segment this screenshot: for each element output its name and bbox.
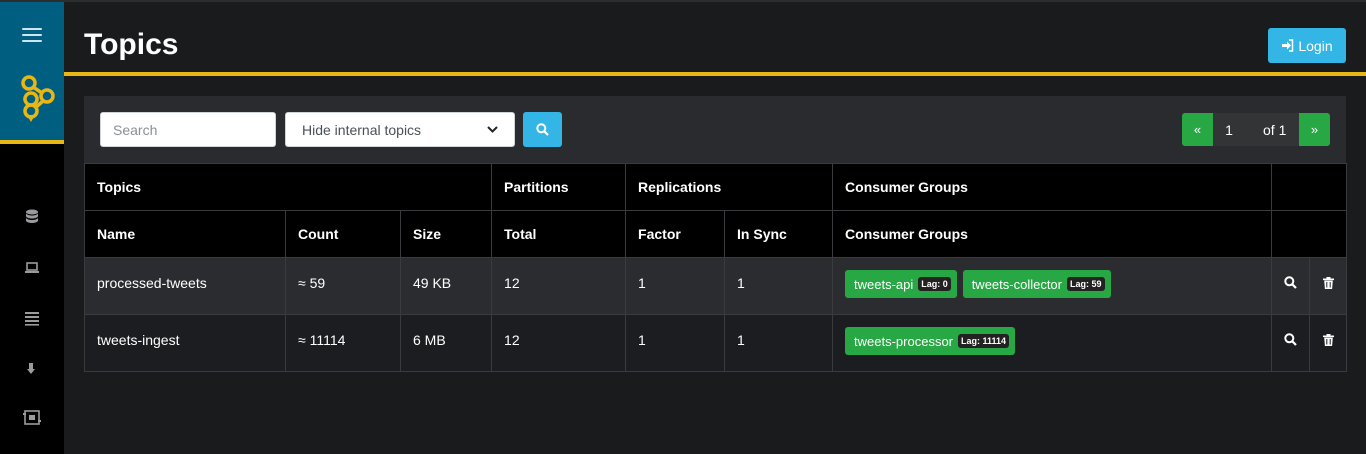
- lag-badge: Lag: 11114: [958, 334, 1010, 348]
- akhq-logo-icon[interactable]: [20, 74, 56, 126]
- consumer-group-badge[interactable]: tweets-processor Lag: 11114: [845, 327, 1016, 355]
- page-total: of 1: [1263, 121, 1287, 138]
- next-page-button[interactable]: »: [1299, 113, 1330, 146]
- view-action-cell: [1271, 257, 1311, 315]
- column-header-consumer-groups[interactable]: Consumer Groups: [832, 210, 1273, 258]
- login-label: Login: [1298, 37, 1333, 54]
- page-indicator: 1 of 1: [1213, 113, 1299, 146]
- consumer-group-name: tweets-api: [854, 276, 914, 292]
- table-row[interactable]: processed-tweets ≈ 59 49 KB 12 1 1 tweet…: [84, 257, 1348, 315]
- sign-in-icon: [1282, 39, 1294, 52]
- hamburger-menu-icon[interactable]: [22, 28, 42, 42]
- delete-action-cell: [1309, 257, 1348, 315]
- sidebar-accent-line: [0, 140, 64, 144]
- arrow-down-icon[interactable]: [22, 359, 42, 379]
- topic-size: 49 KB: [399, 257, 493, 315]
- topic-size: 6 MB: [399, 314, 493, 372]
- column-header-count[interactable]: Count: [285, 210, 401, 258]
- trash-icon[interactable]: [1322, 334, 1334, 346]
- replication-factor: 1: [625, 314, 726, 372]
- laptop-icon[interactable]: [22, 258, 42, 278]
- consumer-group-badge[interactable]: tweets-collector Lag: 59: [962, 270, 1111, 298]
- lag-badge: Lag: 59: [1067, 277, 1105, 291]
- search-input[interactable]: [100, 112, 276, 147]
- topic-count: ≈ 11114: [285, 314, 401, 372]
- list-icon[interactable]: [22, 308, 42, 328]
- chevron-down-icon: [487, 126, 498, 133]
- group-header-actions: [1271, 163, 1348, 211]
- window-top-border: [0, 0, 1366, 2]
- consumer-group-name: tweets-collector: [971, 276, 1062, 292]
- pagination: « 1 of 1 »: [1182, 113, 1330, 146]
- column-header-total[interactable]: Total: [491, 210, 627, 258]
- view-action-cell: [1271, 314, 1311, 372]
- consumer-group-name: tweets-processor: [854, 333, 954, 349]
- group-header-partitions: Partitions: [491, 163, 627, 211]
- sidebar: [0, 2, 64, 454]
- delete-action-cell: [1309, 314, 1348, 372]
- trash-icon[interactable]: [1322, 277, 1334, 289]
- column-header-size[interactable]: Size: [399, 210, 493, 258]
- group-header-topics: Topics: [83, 163, 493, 211]
- column-header-in-sync[interactable]: In Sync: [724, 210, 834, 258]
- prev-page-button[interactable]: «: [1182, 113, 1213, 146]
- column-header-factor[interactable]: Factor: [625, 210, 726, 258]
- lag-badge: Lag: 0: [918, 277, 951, 291]
- filter-toolbar: Hide internal topics « 1 of 1 »: [84, 96, 1346, 163]
- header-accent-line: [64, 72, 1366, 76]
- topic-filter-select[interactable]: Hide internal topics: [285, 112, 515, 147]
- partitions-total: 12: [491, 257, 627, 315]
- search-icon: [536, 123, 549, 136]
- page-title: Topics: [84, 28, 179, 61]
- consumer-groups-cell: tweets-api Lag: 0 tweets-collector Lag: …: [832, 257, 1273, 315]
- search-button[interactable]: [523, 112, 562, 147]
- group-header-replications: Replications: [625, 163, 834, 211]
- column-header-actions: [1271, 210, 1348, 258]
- table-column-header-row: Name Count Size Total Factor In Sync Con…: [84, 210, 1348, 258]
- topic-name[interactable]: tweets-ingest: [84, 314, 286, 372]
- sidebar-brand: [0, 2, 64, 140]
- topics-table: Topics Partitions Replications Consumer …: [83, 163, 1348, 372]
- group-header-consumer-groups: Consumer Groups: [832, 163, 1273, 211]
- topic-count: ≈ 59: [285, 257, 401, 315]
- partitions-total: 12: [491, 314, 627, 372]
- search-icon[interactable]: [1284, 276, 1297, 289]
- search-icon[interactable]: [1284, 333, 1297, 346]
- database-icon[interactable]: [22, 207, 42, 227]
- consumer-groups-cell: tweets-processor Lag: 11114: [832, 314, 1273, 372]
- replication-factor: 1: [625, 257, 726, 315]
- current-page[interactable]: 1: [1213, 122, 1245, 138]
- table-row[interactable]: tweets-ingest ≈ 11114 6 MB 12 1 1 tweets…: [84, 314, 1348, 372]
- consumer-group-badge[interactable]: tweets-api Lag: 0: [845, 270, 957, 298]
- column-header-name[interactable]: Name: [84, 210, 286, 258]
- replication-in-sync: 1: [724, 314, 834, 372]
- topic-filter-value: Hide internal topics: [302, 121, 422, 138]
- table-group-header-row: Topics Partitions Replications Consumer …: [83, 163, 1348, 211]
- topic-name[interactable]: processed-tweets: [84, 257, 286, 315]
- replication-in-sync: 1: [724, 257, 834, 315]
- login-button[interactable]: Login: [1268, 28, 1346, 63]
- network-icon[interactable]: [22, 408, 42, 428]
